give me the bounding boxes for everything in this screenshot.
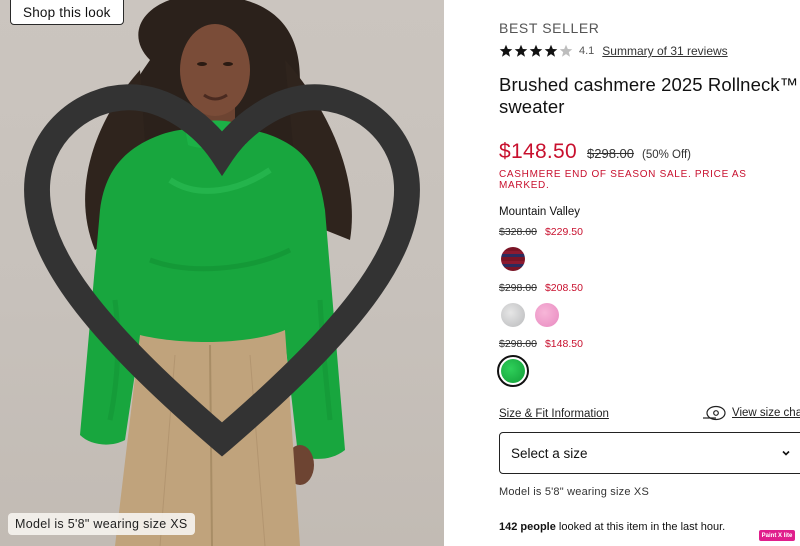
- social-proof: 142 people looked at this item in the la…: [499, 521, 725, 533]
- price-tier: $298.00 $208.50: [499, 282, 583, 294]
- star-full-icon: [529, 44, 543, 57]
- size-select-label: Select a size: [511, 445, 588, 461]
- color-swatch-pink[interactable]: [535, 303, 559, 327]
- product-title: Brushed cashmere 2025 Rollneck™ sweater: [499, 74, 799, 117]
- social-proof-text: looked at this item in the last hour.: [555, 521, 726, 533]
- product-photo[interactable]: Shop this look Model is 5'8" wearing siz…: [0, 0, 444, 546]
- rating-value: 4.1: [579, 45, 595, 57]
- tape-measure-icon: [703, 405, 726, 421]
- original-price: $298.00: [587, 146, 635, 161]
- chevron-down-icon: [782, 450, 790, 456]
- viewer-count: 142 people: [499, 521, 556, 533]
- color-swatch-grey[interactable]: [501, 303, 525, 327]
- star-full-icon: [514, 44, 528, 57]
- star-full-icon: [544, 44, 558, 57]
- rating-row: 4.1 Summary of 31 reviews: [499, 43, 728, 59]
- tier-original-price: $298.00: [499, 282, 537, 294]
- view-size-chart-link[interactable]: View size chart: [702, 405, 800, 421]
- tier-sale-price: $148.50: [544, 338, 583, 350]
- sale-price: $148.50: [499, 140, 578, 163]
- price-tier: $328.00 $229.50: [499, 226, 583, 238]
- heart-icon[interactable]: [0, 0, 444, 546]
- star-empty-icon: [559, 44, 573, 57]
- reviews-summary-link[interactable]: Summary of 31 reviews: [602, 44, 727, 58]
- tier-sale-price: $208.50: [544, 282, 583, 294]
- tier-original-price: $298.00: [499, 338, 537, 350]
- paint-x-lite-badge: Paint X lite: [759, 530, 795, 541]
- model-size-info: Model is 5'8" wearing size XS: [499, 486, 649, 498]
- price-tier: $298.00 $148.50: [499, 338, 583, 350]
- best-seller-label: BEST SELLER: [499, 20, 600, 36]
- sale-message: CASHMERE END OF SEASON SALE. PRICE AS MA…: [499, 169, 747, 191]
- tier-sale-price: $229.50: [544, 226, 583, 238]
- size-select-dropdown[interactable]: Select a size: [499, 432, 800, 474]
- rating-stars: [499, 44, 573, 58]
- size-fit-info-link[interactable]: Size & Fit Information: [499, 408, 609, 420]
- tier-original-price: $328.00: [499, 226, 537, 238]
- discount-percent: (50% Off): [642, 149, 692, 161]
- color-swatch-plaid[interactable]: [501, 247, 525, 271]
- product-details: BEST SELLER 4.1 Summary of 31 reviews Br…: [444, 0, 800, 546]
- price-row: $148.50 $298.00 (50% Off): [499, 140, 691, 164]
- view-size-chart-label: View size chart: [732, 407, 800, 419]
- selected-color-name: Mountain Valley: [499, 206, 580, 218]
- star-full-icon: [499, 44, 513, 57]
- color-swatch-green[interactable]: [497, 355, 529, 387]
- model-size-caption: Model is 5'8" wearing size XS: [8, 513, 195, 535]
